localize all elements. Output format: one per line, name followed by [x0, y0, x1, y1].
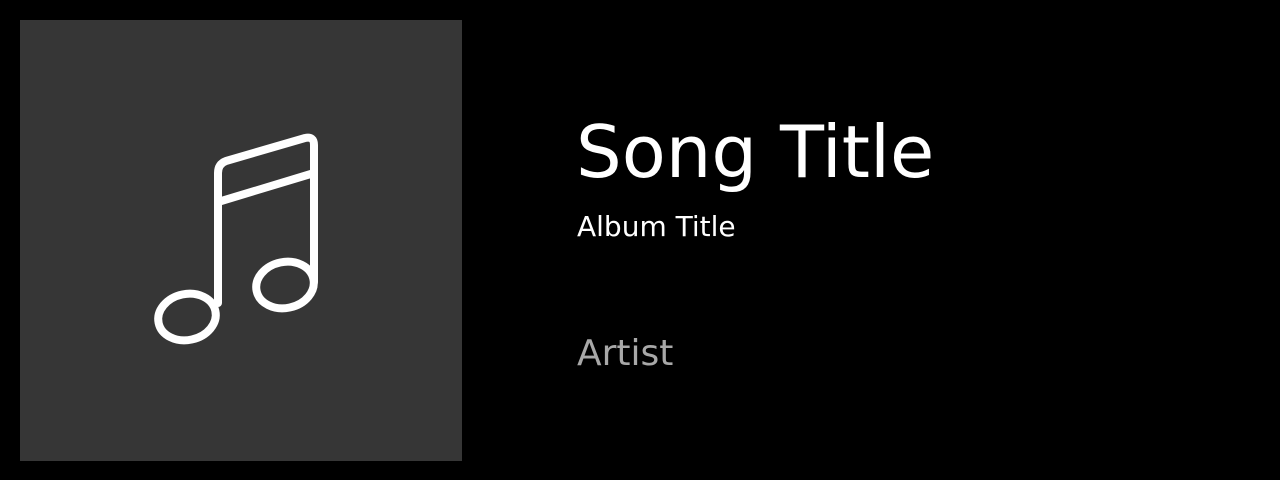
song-title: Song Title	[576, 110, 935, 194]
album-art-placeholder	[20, 20, 462, 461]
now-playing-screen: Song Title Album Title Artist	[0, 0, 1280, 480]
music-note-icon	[154, 133, 318, 345]
artist-name: Artist	[577, 333, 674, 374]
album-title: Album Title	[577, 210, 736, 243]
